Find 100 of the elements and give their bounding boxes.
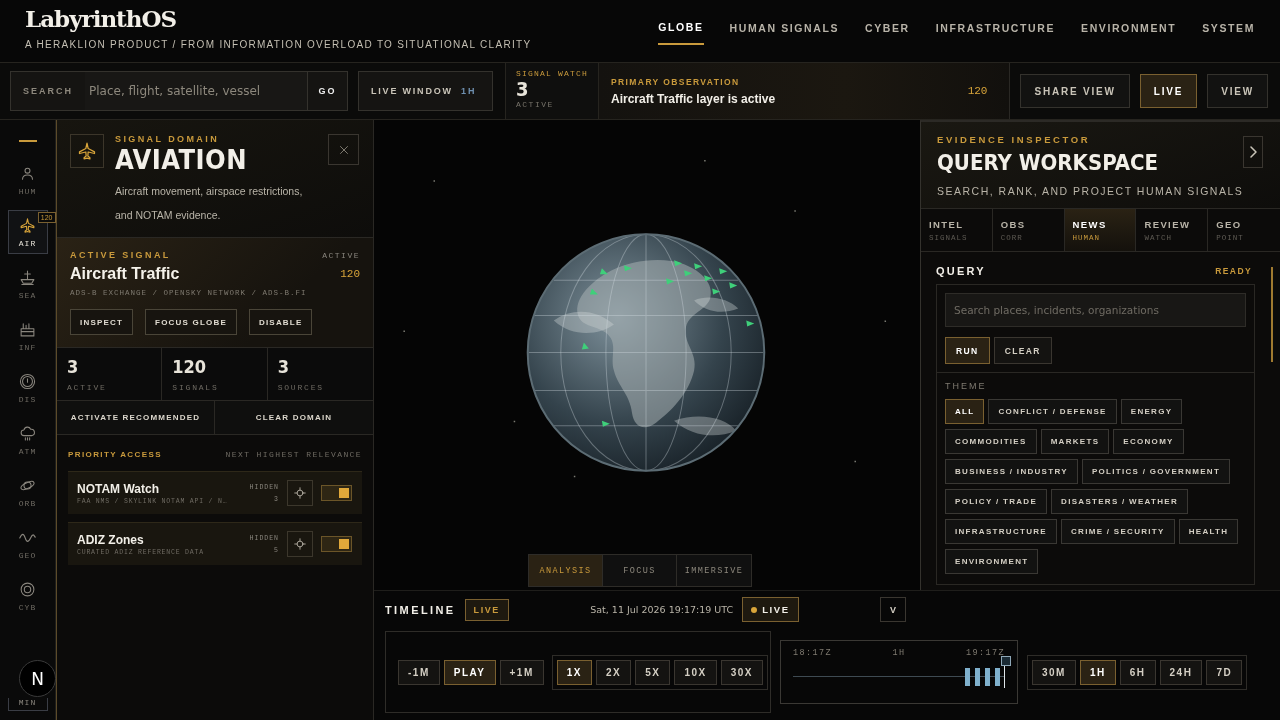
query-title: QUERY	[936, 265, 986, 277]
search-bar[interactable]: SEARCH Place, flight, satellite, vessel GO	[10, 71, 348, 111]
plane-icon	[19, 216, 36, 234]
nav-tab[interactable]: SYSTEM	[1202, 0, 1255, 45]
stat-value: 120	[172, 355, 208, 379]
theme-chip[interactable]: POLICY / TRADE	[945, 489, 1048, 514]
timeline-scrubber[interactable]: 18:17Z 1H 19:17Z	[780, 640, 1018, 704]
theme-chip[interactable]: BUSINESS / INDUSTRY	[945, 459, 1078, 484]
domain-description: Aircraft movement, airspace restrictions, and NOTAM evidence.	[115, 184, 304, 223]
rail-item[interactable]: HUM	[7, 158, 48, 202]
nav-tab[interactable]: ENVIRONMENT	[1081, 0, 1177, 45]
query-button[interactable]: RUN	[945, 337, 990, 364]
view-mode-tab[interactable]: ANALYSIS	[529, 555, 603, 586]
speed-button[interactable]: 30X	[720, 659, 764, 685]
view-mode-tab[interactable]: FOCUS	[603, 555, 677, 586]
signal-name: Aircraft Traffic	[70, 265, 180, 283]
locate-button[interactable]	[287, 480, 313, 506]
minimize-button[interactable]: MIN	[7, 698, 48, 711]
step-button[interactable]: PLAY	[443, 659, 496, 685]
theme-chip[interactable]: MARKETS	[1040, 429, 1110, 454]
locate-button[interactable]	[287, 531, 313, 557]
signal-watch-caption: ACTIVE	[516, 100, 555, 109]
tagline: A HERAKLION PRODUCT / FROM INFORMATION OVERLOAD TO SITUATIONAL CLARITY	[25, 39, 532, 50]
status-dot-icon	[751, 606, 758, 613]
layer-name: NOTAM Watch	[77, 481, 160, 496]
toolbar-button[interactable]: SHARE VIEW	[1020, 74, 1130, 108]
theme-chip[interactable]: ENVIRONMENT	[945, 549, 1039, 574]
live-badge: LIVE	[464, 598, 509, 621]
plane-icon	[77, 141, 97, 161]
range-button[interactable]: 1H	[1079, 659, 1116, 685]
theme-chip[interactable]: CONFLICT / DEFENSE	[988, 399, 1117, 424]
nav-tab[interactable]: CYBER	[865, 0, 910, 45]
nav-tab[interactable]: HUMAN SIGNALS	[729, 0, 840, 45]
domain-action-button[interactable]: CLEAR DOMAIN	[215, 401, 373, 434]
theme-chip[interactable]: ECONOMY	[1113, 429, 1184, 454]
range-button[interactable]: 6H	[1119, 659, 1156, 685]
toggle-switch[interactable]	[321, 536, 352, 552]
theme-chip[interactable]: ENERGY	[1120, 399, 1183, 424]
nav-tab[interactable]: GLOBE	[658, 0, 704, 45]
panel-title: QUERY WORKSPACE	[937, 149, 1160, 177]
stat-value: 3	[277, 355, 290, 379]
theme-chip[interactable]: INFRASTRUCTURE	[945, 519, 1057, 544]
range-button[interactable]: 30M	[1032, 659, 1076, 685]
step-button[interactable]: -1M	[398, 659, 440, 685]
action-button[interactable]: FOCUS GLOBE	[145, 309, 237, 335]
timeline-datetime: Sat, 11 Jul 2026 19:17:19 UTC	[590, 604, 734, 615]
theme-chip[interactable]: COMMODITIES	[945, 429, 1037, 454]
timeline-title: TIMELINE	[385, 603, 456, 616]
rail-item[interactable]: CYB	[7, 574, 48, 618]
collapse-button[interactable]	[1243, 136, 1263, 168]
query-field[interactable]: Search places, incidents, organizations	[945, 293, 1246, 327]
rail-item[interactable]: GEO	[7, 522, 48, 566]
go-button[interactable]: GO	[307, 72, 347, 110]
app-logo: LabyrinthOS	[25, 5, 178, 33]
toggle-switch[interactable]	[321, 485, 352, 501]
scrollbar-thumb[interactable]	[1271, 267, 1273, 362]
wave-icon	[19, 532, 36, 542]
rail-item[interactable]: ORB	[7, 470, 48, 514]
stat-label: ACTIVE	[67, 383, 108, 392]
query-button[interactable]: CLEAR	[993, 337, 1052, 364]
scrubber-end-time: 19:17Z	[965, 648, 1005, 658]
section-eyebrow: ACTIVE SIGNAL	[70, 250, 171, 261]
range-button[interactable]: 7D	[1206, 659, 1243, 685]
theme-chip[interactable]: DISASTERS / WEATHER	[1051, 489, 1189, 514]
rail-item[interactable]: SEA	[7, 262, 48, 306]
view-mode-tab[interactable]: IMMERSIVE	[677, 555, 751, 586]
live-window-button[interactable]: LIVE WINDOW 1H	[358, 71, 493, 111]
panel-subtitle: SEARCH, RANK, AND PROJECT HUMAN SIGNALS	[937, 185, 1244, 197]
rail-item[interactable]: ATM	[7, 418, 48, 462]
speed-button[interactable]: 10X	[674, 659, 717, 685]
crosshair-icon	[293, 486, 307, 500]
live-button[interactable]: LIVE	[742, 597, 799, 622]
layer-name: ADIZ Zones	[77, 532, 145, 547]
chevron-right-icon	[1249, 146, 1257, 158]
cloud-rain-icon	[19, 424, 36, 442]
range-button[interactable]: 24H	[1159, 659, 1203, 685]
speed-button[interactable]: 5X	[635, 659, 671, 685]
domain-action-button[interactable]: ACTIVATE RECOMMENDED	[57, 401, 215, 434]
query-status: READY	[1215, 266, 1252, 276]
search-label: SEARCH	[22, 85, 74, 98]
toolbar-button[interactable]: VIEW	[1207, 74, 1268, 108]
theme-chip[interactable]: HEALTH	[1178, 519, 1239, 544]
toolbar-button[interactable]: LIVE	[1139, 74, 1198, 108]
ship-icon	[19, 268, 36, 286]
theme-chip[interactable]: POLITICS / GOVERNMENT	[1081, 459, 1231, 484]
action-button[interactable]: DISABLE	[248, 309, 313, 335]
rail-item[interactable]: INF	[7, 314, 48, 358]
speed-button[interactable]: 1X	[556, 659, 592, 685]
crosshair-icon	[293, 537, 307, 551]
theme-chip[interactable]: CRIME / SECURITY	[1061, 519, 1175, 544]
observation-text: Aircraft Traffic layer is active	[611, 91, 776, 106]
factory-icon	[19, 320, 36, 338]
rail-item[interactable]: DIS	[7, 366, 48, 410]
step-button[interactable]: +1M	[499, 659, 544, 685]
nav-tab[interactable]: INFRASTRUCTURE	[935, 0, 1056, 45]
theme-chip[interactable]: ALL	[945, 399, 985, 424]
action-button[interactable]: INSPECT	[70, 309, 134, 335]
speed-button[interactable]: 2X	[595, 659, 632, 685]
collapse-button[interactable]: V	[880, 597, 906, 622]
signal-watch-label: SIGNAL WATCH	[516, 69, 588, 78]
